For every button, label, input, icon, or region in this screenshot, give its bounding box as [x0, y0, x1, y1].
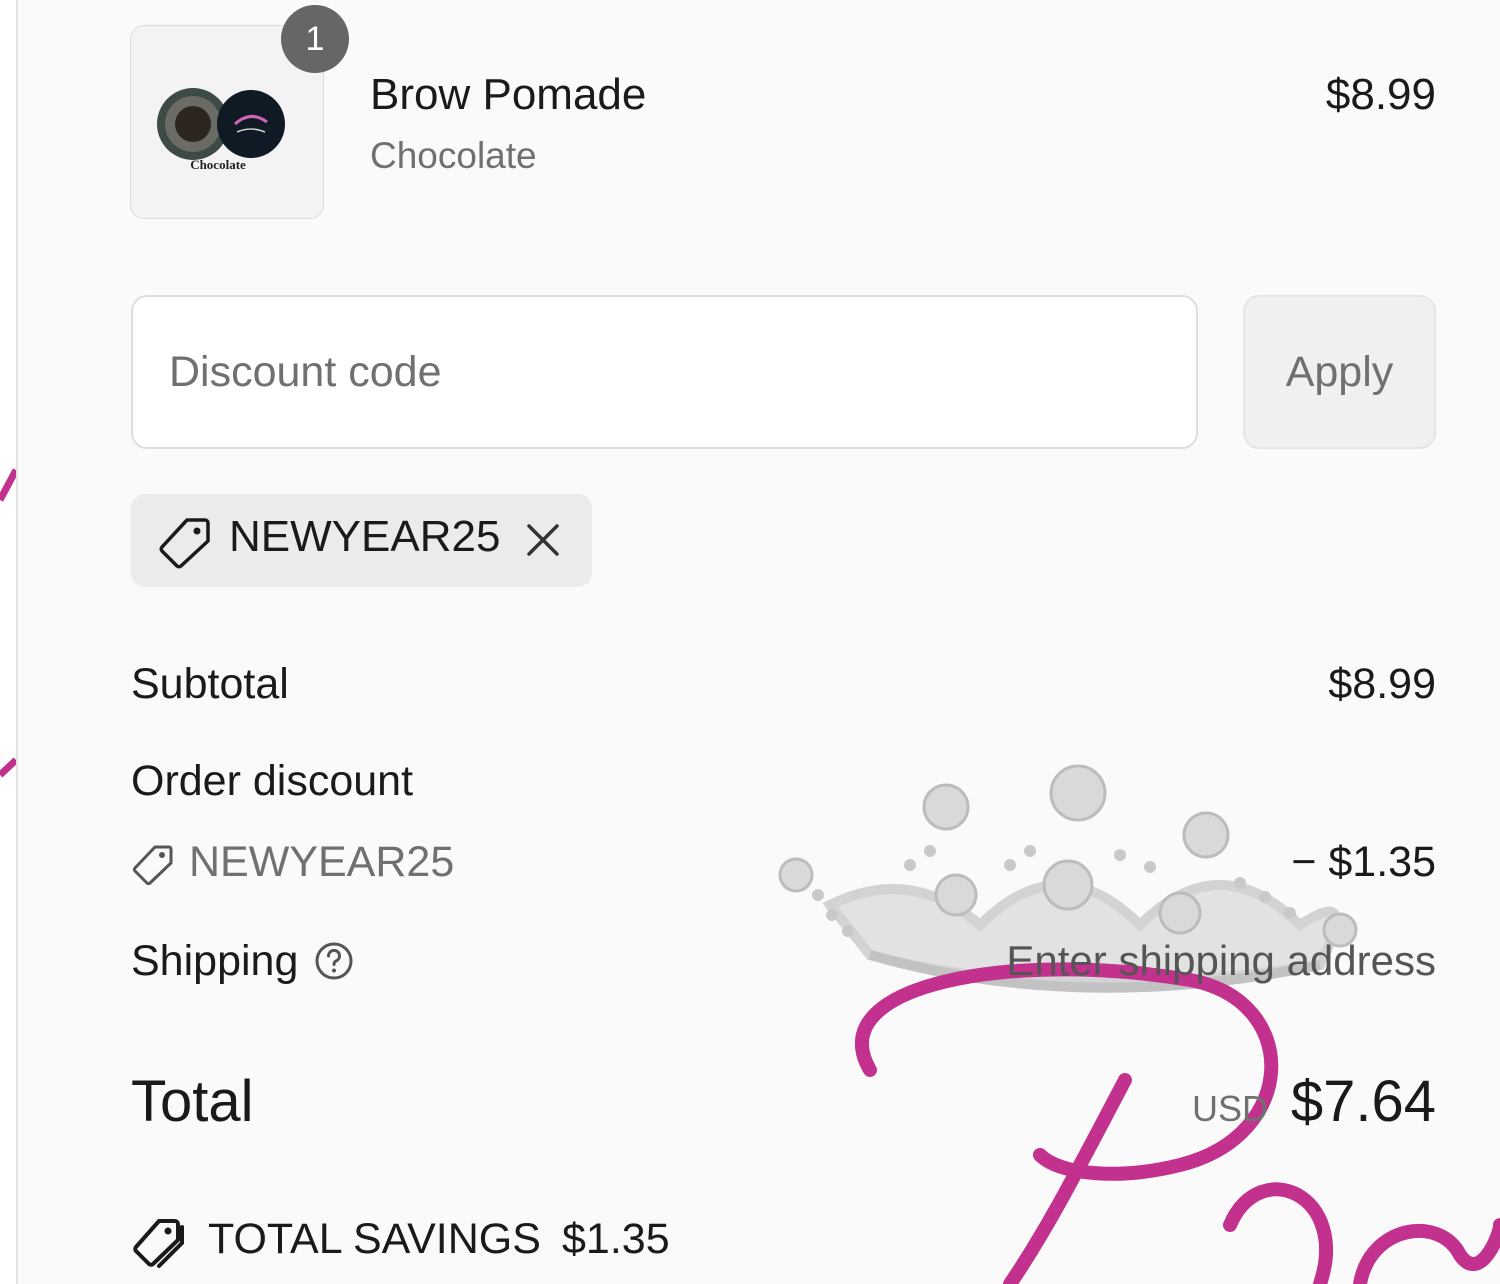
order-discount-label: Order discount [131, 757, 414, 805]
shipping-label: Shipping [131, 937, 299, 985]
product-name: Brow Pomade [370, 70, 647, 119]
total-savings-label: TOTAL SAVINGS [208, 1215, 541, 1263]
quantity-badge: 1 [281, 5, 349, 73]
left-panel-edge [0, 0, 18, 1284]
product-thumbnail[interactable]: Chocolate 1 [130, 5, 349, 219]
tag-icon [159, 518, 210, 569]
applied-discount-chip: NEWYEAR25 [131, 494, 592, 587]
apply-discount-button[interactable]: Apply [1243, 295, 1436, 449]
total-savings-amount: $1.35 [562, 1215, 670, 1263]
product-variant: Chocolate [370, 135, 537, 176]
order-discount-value: − $1.35 [1291, 838, 1436, 886]
product-image-caption: Chocolate [190, 157, 246, 172]
applied-discount-code: NEWYEAR25 [229, 512, 501, 561]
total-amount: $7.64 [1290, 1069, 1436, 1134]
tag-icon [132, 845, 173, 886]
question-circle-icon[interactable] [314, 941, 354, 981]
subtotal-label: Subtotal [131, 660, 289, 708]
product-price: $8.99 [1325, 70, 1436, 119]
total-currency: USD [1191, 1088, 1268, 1129]
shipping-value: Enter shipping address [1006, 937, 1436, 984]
left-panel-decoration [0, 468, 16, 778]
brand-watermark [778, 764, 1500, 1284]
close-icon[interactable] [523, 520, 563, 560]
discount-code-input[interactable] [131, 295, 1198, 449]
order-discount-code: NEWYEAR25 [189, 838, 455, 886]
cart-line-item: Chocolate 1 Brow Pomade Chocolate $8.99 [130, 5, 1436, 221]
total-label: Total [131, 1069, 254, 1134]
subtotal-value: $8.99 [1328, 660, 1436, 708]
tags-icon [133, 1219, 184, 1268]
